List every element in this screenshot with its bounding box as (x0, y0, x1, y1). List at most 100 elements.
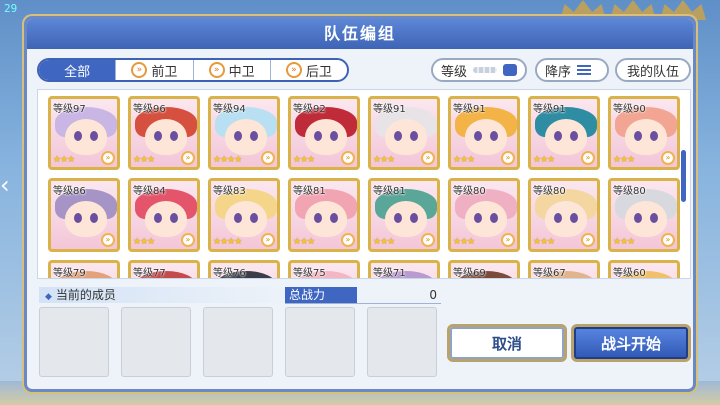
character-portrait (545, 201, 587, 237)
star-rating: ★★★ (533, 155, 555, 165)
character-level: 等级86 (53, 186, 86, 197)
character-card[interactable]: 等级60» (608, 260, 680, 278)
level-bar (473, 67, 497, 73)
star-rating: ★★★ (133, 237, 155, 247)
role-chevron-icon: » (341, 233, 355, 247)
dialog-title: 队伍编组 (27, 19, 693, 49)
fps-counter: 29 (4, 2, 18, 15)
character-card[interactable]: 等级83 ★★★★ » (208, 178, 280, 252)
character-portrait (625, 119, 667, 155)
star-rating: ★★★★ (213, 237, 242, 247)
role-chevron-icon: » (421, 233, 435, 247)
my-team-label: 我的队伍 (626, 64, 679, 80)
character-level: 等级81 (293, 186, 326, 197)
character-card[interactable]: 等级90 ★★★ » (608, 96, 680, 170)
character-list[interactable]: 等级97 ★★★ » 等级96 ★★★ » 等级94 ★★★★ » 等级92 ★★★ » 等级91 ★★★… (37, 89, 691, 279)
left-arrow-icon: ‹ (0, 171, 10, 199)
character-card[interactable]: 等级69» (448, 260, 520, 278)
tab-all[interactable]: 全部 (39, 60, 116, 80)
chevron-icon: » (208, 62, 225, 78)
member-slot[interactable] (285, 307, 355, 377)
character-card[interactable]: 等级91 ★★★ » (448, 96, 520, 170)
star-rating: ★★★ (613, 155, 635, 165)
role-chevron-icon: » (501, 233, 515, 247)
member-slot[interactable] (203, 307, 273, 377)
character-level: 等级92 (293, 104, 326, 115)
member-slot[interactable] (367, 307, 437, 377)
character-level: 等级91 (533, 104, 566, 115)
diamond-icon: ◆ (45, 292, 52, 302)
character-card[interactable]: 等级79» (48, 260, 120, 278)
character-level: 等级91 (453, 104, 486, 115)
character-portrait (145, 201, 187, 237)
level-label: 等级 (441, 64, 468, 80)
character-card[interactable]: 等级81 ★★★ » (368, 178, 440, 252)
character-card[interactable]: 等级91 ★★★ » (368, 96, 440, 170)
filter-icon (503, 64, 517, 76)
role-chevron-icon: » (341, 151, 355, 165)
sort-lines-icon (577, 65, 592, 75)
character-portrait (225, 201, 267, 237)
star-rating: ★★★ (133, 155, 155, 165)
character-portrait (225, 119, 267, 155)
member-slot[interactable] (39, 307, 109, 377)
sort-order-button[interactable]: 降序 (535, 58, 609, 82)
character-portrait (305, 119, 347, 155)
role-chevron-icon: » (181, 233, 195, 247)
star-rating: ★★★ (453, 237, 475, 247)
character-card[interactable]: 等级94 ★★★★ » (208, 96, 280, 170)
character-portrait (305, 201, 347, 237)
character-level: 等级90 (613, 104, 646, 115)
character-card[interactable]: 等级77» (128, 260, 200, 278)
chevron-icon: » (131, 62, 148, 78)
character-level: 等级80 (453, 186, 486, 197)
team-formation-dialog: 队伍编组 全部 » 前卫 » 中卫 » 后卫 等级 降序 我的队伍 等级97 ★★… (24, 16, 696, 392)
character-card[interactable]: 等级75» (288, 260, 360, 278)
total-power-label: 总战力 (285, 287, 357, 303)
star-rating: ★★★ (293, 237, 315, 247)
character-portrait (465, 201, 507, 237)
level-sort-button[interactable]: 等级 (431, 58, 527, 82)
character-level: 等级94 (213, 104, 246, 115)
tab-back[interactable]: » 后卫 (269, 60, 347, 80)
scrollbar[interactable] (681, 150, 686, 202)
star-rating: ★★★ (53, 155, 75, 165)
character-card[interactable]: 等级86 » (48, 178, 120, 252)
character-card[interactable]: 等级67» (528, 260, 600, 279)
character-level: 等级67 (533, 268, 566, 279)
role-chevron-icon: » (581, 233, 595, 247)
character-card[interactable]: 等级80 ★★★ » (608, 178, 680, 252)
character-card[interactable]: 等级92 ★★★ » (288, 96, 360, 170)
my-team-button[interactable]: 我的队伍 (615, 58, 691, 82)
star-rating: ★★★ (613, 237, 635, 247)
character-grid: 等级97 ★★★ » 等级96 ★★★ » 等级94 ★★★★ » 等级92 ★★★ » 等级91 ★★★… (48, 96, 680, 279)
sort-label: 降序 (545, 64, 572, 80)
role-chevron-icon: » (181, 151, 195, 165)
character-portrait (65, 201, 107, 237)
role-chevron-icon: » (261, 151, 275, 165)
start-battle-button[interactable]: 战斗开始 (571, 324, 691, 362)
character-level: 等级96 (133, 104, 166, 115)
tab-middle[interactable]: » 中卫 (192, 60, 270, 80)
character-portrait (625, 201, 667, 237)
character-card[interactable]: 等级81 ★★★ » (288, 178, 360, 252)
divider (285, 303, 441, 304)
position-filter-tabs: 全部 » 前卫 » 中卫 » 后卫 (37, 58, 349, 82)
cancel-button[interactable]: 取消 (447, 324, 567, 362)
character-portrait (545, 119, 587, 155)
character-card[interactable]: 等级97 ★★★ » (48, 96, 120, 170)
character-level: 等级76 (213, 268, 246, 279)
character-card[interactable]: 等级91 ★★★ » (528, 96, 600, 170)
character-card[interactable]: 等级80 ★★★ » (448, 178, 520, 252)
tab-front[interactable]: » 前卫 (115, 60, 192, 80)
character-card[interactable]: 等级71» (368, 260, 440, 278)
character-card[interactable]: 等级76» (208, 260, 280, 279)
member-slot[interactable] (121, 307, 191, 377)
character-portrait (385, 201, 427, 237)
character-portrait (385, 119, 427, 155)
character-card[interactable]: 等级96 ★★★ » (128, 96, 200, 170)
star-rating: ★★★ (533, 237, 555, 247)
character-level: 等级83 (213, 186, 246, 197)
character-card[interactable]: 等级80 ★★★ » (528, 178, 600, 252)
character-card[interactable]: 等级84 ★★★ » (128, 178, 200, 252)
